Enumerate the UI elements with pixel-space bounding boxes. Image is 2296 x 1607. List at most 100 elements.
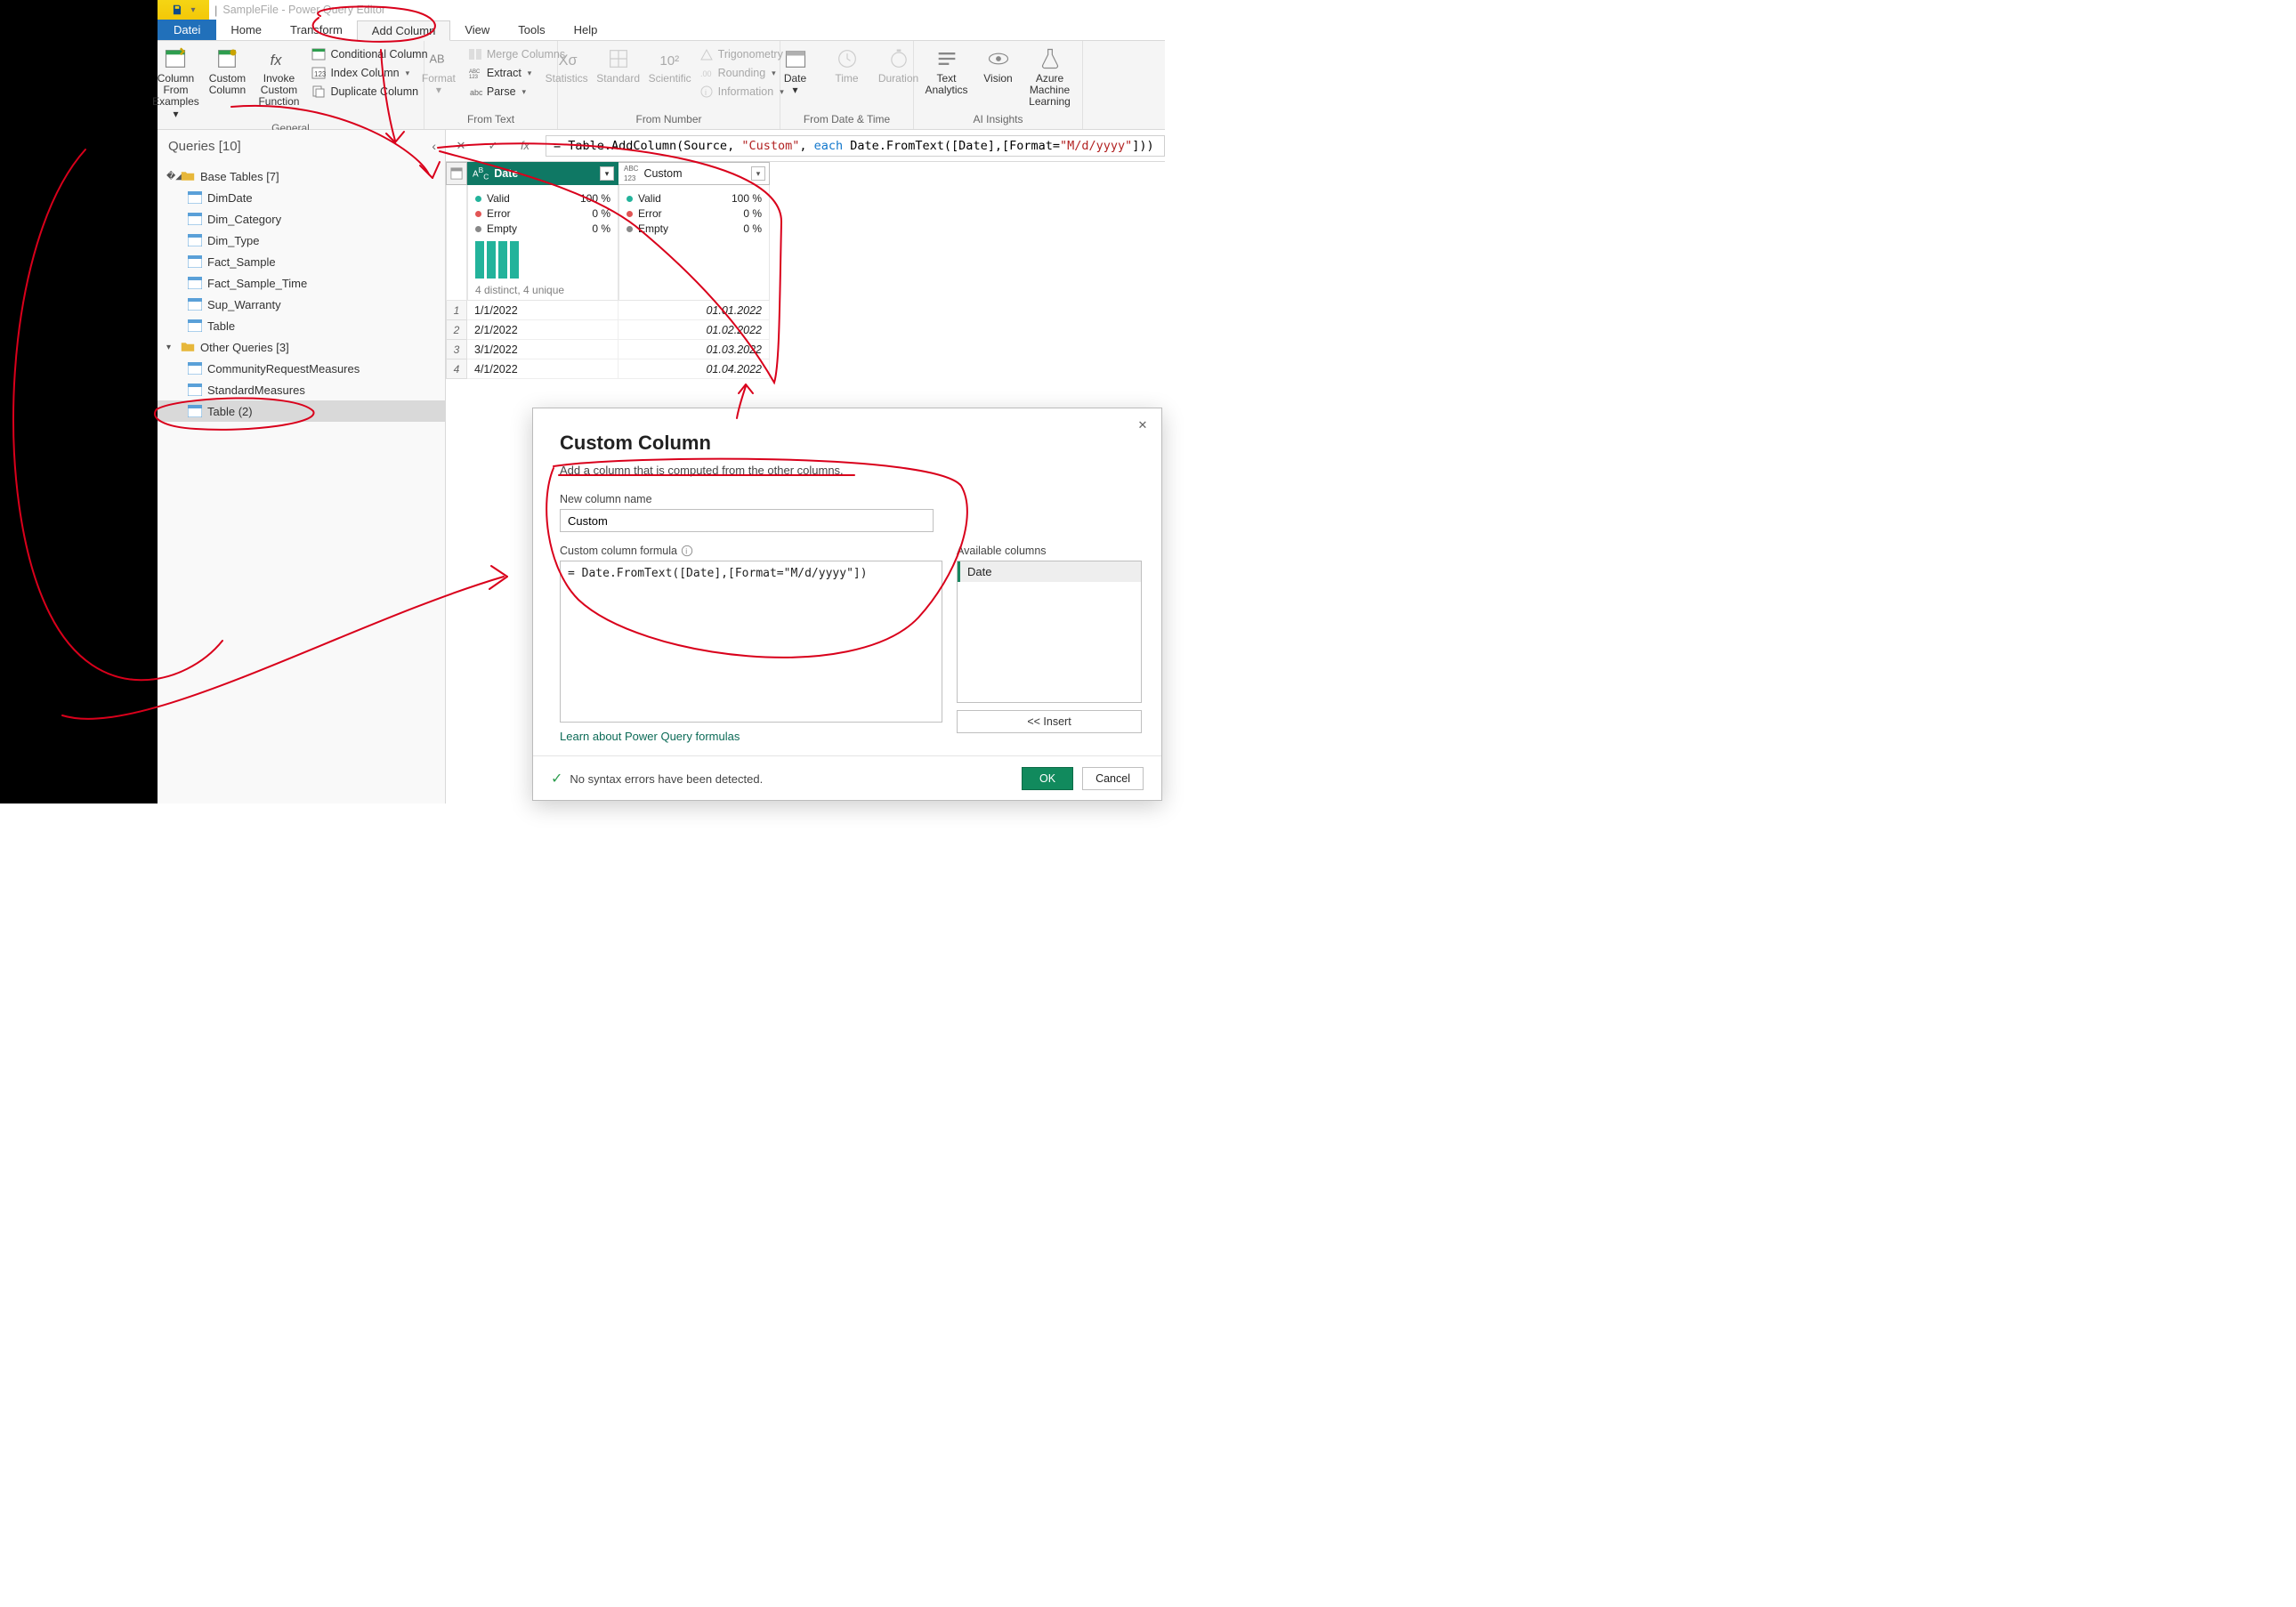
table-row[interactable]: 3 3/1/2022 01.03.2022: [446, 340, 784, 359]
formula-editor[interactable]: = Date.FromText([Date],[Format="M/d/yyyy…: [560, 561, 942, 723]
cancel-formula-button[interactable]: ✕: [449, 134, 473, 157]
title-separator: |: [214, 4, 217, 17]
dialog-title: Custom Column: [560, 432, 1135, 455]
table-icon: [188, 213, 202, 225]
table-icon: [188, 191, 202, 204]
chevron-down-icon: ▾: [166, 343, 175, 352]
table-row[interactable]: 4 4/1/2022 01.04.2022: [446, 359, 784, 379]
group-label-from-datetime: From Date & Time: [786, 113, 908, 129]
new-column-name-input[interactable]: [560, 509, 934, 532]
query-item-standard-measures[interactable]: StandardMeasures: [158, 379, 445, 400]
table-icon: [188, 277, 202, 289]
info-icon[interactable]: i: [681, 545, 693, 557]
qat-dropdown-icon[interactable]: ▾: [190, 5, 195, 15]
calc-icon: [606, 46, 631, 71]
query-item-fact-sample[interactable]: Fact_Sample: [158, 251, 445, 272]
table-row[interactable]: 2 2/1/2022 01.02.2022: [446, 320, 784, 340]
insert-button[interactable]: << Insert: [957, 710, 1142, 733]
svg-text:123: 123: [469, 75, 479, 80]
quick-access-toolbar: ▾: [158, 0, 209, 20]
quality-col-custom: Valid100 % Error0 % Empty0 %: [618, 185, 770, 301]
select-all-corner[interactable]: [446, 162, 467, 185]
function-icon: fx: [266, 46, 291, 71]
type-any-icon: ABC123: [624, 164, 638, 183]
ribbon: Column From Examples▾ Custom Column fx I…: [158, 41, 1165, 130]
quality-col-date: Valid100 % Error0 % Empty0 % 4 distinct,…: [467, 185, 618, 301]
available-column-item[interactable]: Date: [958, 561, 1141, 582]
stopwatch-icon: [886, 46, 911, 71]
scientific-button[interactable]: 10²Scientific: [644, 44, 696, 86]
custom-column-button[interactable]: Custom Column: [201, 44, 253, 98]
queries-title: Queries [10]: [168, 139, 241, 154]
query-item-dim-type[interactable]: Dim_Type: [158, 230, 445, 251]
table-row[interactable]: 1 1/1/2022 01.01.2022: [446, 301, 784, 320]
formula-bar: ✕ ✓ fx = Table.AddColumn(Source, "Custom…: [446, 130, 1165, 162]
tab-help[interactable]: Help: [560, 20, 612, 40]
svg-text:AB: AB: [429, 52, 444, 66]
new-column-name-label: New column name: [560, 493, 1135, 505]
queries-pane: Queries [10] ‹ �◢ Base Tables [7] DimDat…: [158, 130, 446, 804]
format-button[interactable]: AB Format▾: [413, 44, 465, 98]
column-header-custom[interactable]: ABC123 Custom ▾: [618, 162, 770, 185]
query-item-sup-warranty[interactable]: Sup_Warranty: [158, 294, 445, 315]
collapse-pane-icon[interactable]: ‹: [432, 139, 436, 153]
column-filter-dropdown[interactable]: ▾: [600, 166, 614, 181]
svg-text:Xσ: Xσ: [558, 52, 577, 69]
custom-column-dialog: ✕ Custom Column Add a column that is com…: [532, 408, 1162, 801]
query-item-dim-category[interactable]: Dim_Category: [158, 208, 445, 230]
query-item-dimdate[interactable]: DimDate: [158, 187, 445, 208]
ok-button[interactable]: OK: [1022, 767, 1073, 790]
accept-formula-button[interactable]: ✓: [481, 134, 505, 157]
date-button[interactable]: Date▾: [770, 44, 821, 98]
column-from-examples-button[interactable]: Column From Examples▾: [150, 44, 201, 122]
statistics-button[interactable]: XσStatistics: [541, 44, 593, 86]
fx-icon[interactable]: fx: [513, 134, 537, 157]
standard-button[interactable]: Standard: [593, 44, 644, 86]
vision-button[interactable]: Vision: [973, 44, 1024, 86]
table-icon: [188, 362, 202, 375]
custom-column-icon: [214, 46, 239, 71]
svg-text:123: 123: [314, 70, 326, 78]
tab-file[interactable]: Datei: [158, 20, 216, 40]
tab-home[interactable]: Home: [216, 20, 276, 40]
query-item-community[interactable]: CommunityRequestMeasures: [158, 358, 445, 379]
window-title: SampleFile - Power Query Editor: [222, 4, 385, 16]
clock-icon: [835, 46, 860, 71]
calendar-icon: [783, 46, 808, 71]
table-icon: [188, 319, 202, 332]
folder-icon: [181, 170, 195, 182]
save-icon[interactable]: [171, 4, 183, 16]
tab-add-column[interactable]: Add Column: [357, 20, 451, 41]
folder-other-queries[interactable]: ▾ Other Queries [3]: [158, 336, 445, 358]
title-bar: ▾ | SampleFile - Power Query Editor: [158, 0, 1165, 20]
invoke-custom-function-button[interactable]: fx Invoke Custom Function: [253, 44, 304, 110]
flask-icon: [1038, 46, 1063, 71]
eye-icon: [986, 46, 1011, 71]
learn-link[interactable]: Learn about Power Query formulas: [560, 730, 942, 743]
duplicate-icon: [311, 85, 326, 99]
time-button[interactable]: Time: [821, 44, 873, 86]
formula-input[interactable]: = Table.AddColumn(Source, "Custom", each…: [546, 135, 1165, 157]
available-columns-list[interactable]: Date: [957, 561, 1142, 703]
folder-base-tables[interactable]: �◢ Base Tables [7]: [158, 166, 445, 187]
text-analytics-button[interactable]: Text Analytics: [921, 44, 973, 98]
cancel-button[interactable]: Cancel: [1082, 767, 1144, 790]
tab-view[interactable]: View: [450, 20, 504, 40]
column-filter-dropdown[interactable]: ▾: [751, 166, 765, 181]
close-icon[interactable]: ✕: [1133, 416, 1152, 435]
syntax-status: ✓ No syntax errors have been detected.: [551, 770, 763, 787]
group-label-from-text: From Text: [430, 113, 552, 129]
sigma-icon: Xσ: [554, 46, 579, 71]
query-item-table-2[interactable]: Table (2): [158, 400, 445, 422]
table-icon: [450, 167, 463, 180]
azure-ml-button[interactable]: Azure Machine Learning: [1024, 44, 1076, 110]
query-item-fact-sample-time[interactable]: Fact_Sample_Time: [158, 272, 445, 294]
tab-transform[interactable]: Transform: [276, 20, 357, 40]
table-add-icon: [163, 46, 188, 71]
svg-text:i: i: [685, 547, 687, 556]
query-item-table[interactable]: Table: [158, 315, 445, 336]
tab-tools[interactable]: Tools: [504, 20, 559, 40]
svg-text:10²: 10²: [659, 53, 679, 69]
extract-icon: ABC123: [468, 66, 482, 80]
column-header-date[interactable]: ABC Date ▾: [467, 162, 618, 185]
